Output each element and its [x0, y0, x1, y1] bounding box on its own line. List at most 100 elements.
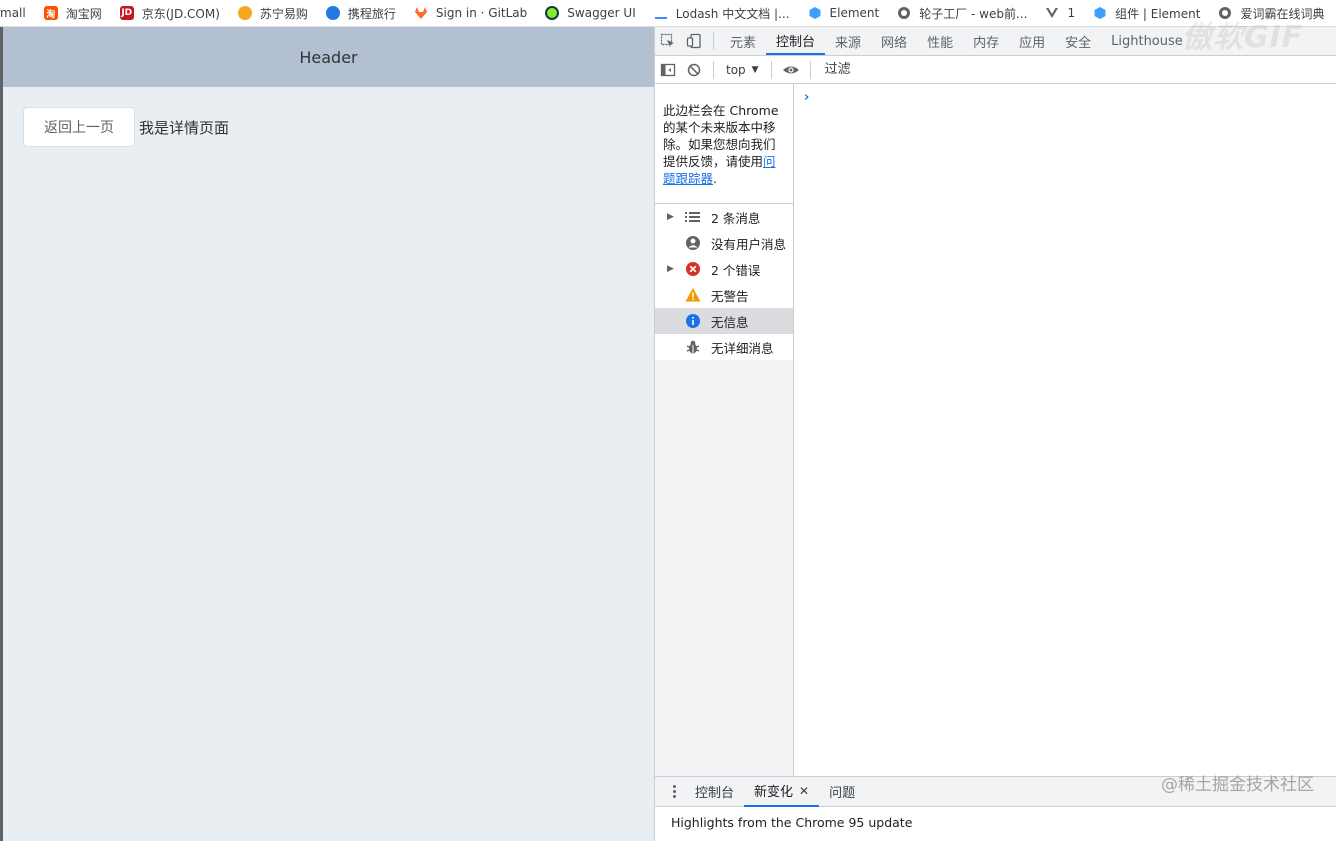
page-main: 返回上一页 我是详情页面 [3, 87, 654, 167]
tab-application[interactable]: 应用 [1009, 27, 1055, 55]
info-icon [685, 313, 701, 329]
drawer-tab-label: 新变化 [754, 785, 794, 800]
sidebar-item-errors[interactable]: ▶ 2 个错误 [655, 256, 793, 282]
bookmark-ctrip[interactable]: 携程旅行 [317, 0, 405, 26]
bookmark-taobao[interactable]: 淘 淘宝网 [35, 0, 111, 26]
tab-memory[interactable]: 内存 [963, 27, 1009, 55]
more-options-icon[interactable] [663, 785, 685, 798]
bookmark-label: mall [0, 6, 26, 20]
gif-watermark: 傲软GIF [1182, 20, 1304, 55]
sidebar-item-warnings[interactable]: 无警告 [655, 282, 793, 308]
gitlab-icon [414, 6, 428, 20]
user-icon [685, 235, 701, 251]
toolbar-divider [770, 60, 772, 79]
bookmark-label: 轮子工厂 - web前... [919, 6, 1028, 21]
ctrip-icon [325, 6, 340, 20]
console-toolbar: top ▼ [655, 56, 1336, 84]
element-icon [808, 6, 822, 20]
tab-security[interactable]: 安全 [1055, 27, 1101, 55]
back-button[interactable]: 返回上一页 [23, 107, 135, 147]
drawer-tab-label: 控制台 [695, 786, 735, 801]
detail-text: 我是详情页面 [139, 118, 230, 137]
live-expression-eye-icon[interactable] [778, 56, 804, 84]
vue-icon [1045, 6, 1059, 20]
tab-performance[interactable]: 性能 [917, 27, 963, 55]
lodash-icon [654, 6, 668, 20]
taobao-icon: 淘 [43, 6, 58, 20]
console-filter-input[interactable] [820, 57, 1336, 82]
context-value: top [726, 62, 746, 77]
bookmark-lodash[interactable]: Lodash 中文文档 |... [645, 0, 799, 26]
sidebar-item-label: 无警告 [711, 288, 749, 304]
bookmark-label: Sign in · GitLab [435, 6, 528, 20]
bookmark-jd[interactable]: JD 京东(JD.COM) [111, 0, 229, 26]
swagger-icon [545, 6, 560, 20]
console-output[interactable]: › [794, 84, 1336, 776]
bookmark-gitlab[interactable]: Sign in · GitLab [405, 0, 536, 26]
bookmark-label: 1 [1067, 6, 1076, 20]
console-body: 此边栏会在 Chrome 的某个未来版本中移除。如果您想向我们提供反馈，请使用问… [655, 84, 1336, 776]
warning-icon [685, 287, 701, 303]
drawer-tab-issues[interactable]: 问题 [819, 777, 865, 807]
tab-elements[interactable]: 元素 [720, 27, 766, 55]
sidebar-item-label: 无详细消息 [711, 340, 774, 356]
drawer-tab-console[interactable]: 控制台 [685, 777, 744, 807]
whats-new-content: Highlights from the Chrome 95 update [655, 807, 1336, 841]
inspect-element-icon[interactable] [655, 27, 681, 55]
page-header-title: Header [299, 47, 358, 67]
tab-lighthouse[interactable]: Lighthouse [1101, 27, 1193, 55]
drawer-tab-whats-new[interactable]: 新变化 ✕ [744, 777, 820, 807]
sidebar-item-verbose[interactable]: 无详细消息 [655, 334, 793, 360]
bookmark-swagger[interactable]: Swagger UI [536, 0, 644, 26]
sidebar-item-label: 2 个错误 [711, 262, 761, 278]
sidebar-item-user-messages[interactable]: 没有用户消息 [655, 230, 793, 256]
bookmark-label: 苏宁易购 [259, 6, 308, 21]
dropdown-triangle-icon: ▼ [751, 64, 759, 75]
sidebar-item-info[interactable]: 无信息 [655, 308, 793, 334]
toolbar-divider [809, 60, 811, 79]
bookmark-tmall[interactable]: mall [0, 0, 35, 26]
juejin-watermark: @稀土掘金技术社区 [1161, 775, 1314, 795]
bookmark-suning[interactable]: 苏宁易购 [229, 0, 317, 26]
clear-console-icon[interactable] [681, 56, 707, 84]
sidebar-toggle-icon[interactable] [655, 56, 681, 84]
globe-icon [897, 6, 911, 20]
notice-end: . [713, 171, 717, 186]
notice-text: 此边栏会在 Chrome 的某个未来版本中移除。如果您想向我们提供反馈，请使用 [663, 103, 779, 169]
error-icon [685, 261, 701, 277]
message-filter-list: ▶ 2 条消息 没有用户消息 ▶ 2 个错误 无警告 无信息 无详细消息 [655, 204, 793, 360]
bookmark-lunzi[interactable]: 轮子工厂 - web前... [888, 0, 1036, 26]
tab-console[interactable]: 控制台 [766, 27, 826, 55]
devtools-panel: 元素 控制台 来源 网络 性能 内存 应用 安全 Lighthouse top … [654, 27, 1336, 841]
sidebar-deprecation-notice: 此边栏会在 Chrome 的某个未来版本中移除。如果您想向我们提供反馈，请使用问… [655, 84, 793, 204]
sidebar-item-label: 2 条消息 [711, 210, 761, 226]
console-sidebar: 此边栏会在 Chrome 的某个未来版本中移除。如果您想向我们提供反馈，请使用问… [655, 84, 794, 776]
device-toolbar-icon[interactable] [681, 27, 707, 55]
drawer-tab-label: 问题 [829, 786, 856, 801]
bookmark-label: Swagger UI [567, 6, 636, 20]
tab-network[interactable]: 网络 [871, 27, 917, 55]
element-icon [1093, 6, 1107, 20]
whats-new-headline[interactable]: Highlights from the Chrome 95 update [671, 815, 912, 830]
bug-icon [685, 339, 701, 355]
tab-sources[interactable]: 来源 [825, 27, 871, 55]
context-selector[interactable]: top ▼ [720, 63, 765, 77]
sidebar-item-messages[interactable]: ▶ 2 条消息 [655, 204, 793, 230]
bookmark-label: Lodash 中文文档 |... [675, 6, 790, 21]
expand-arrow-icon[interactable]: ▶ [667, 212, 685, 222]
sidebar-item-label: 没有用户消息 [711, 236, 787, 252]
toolbar-divider [713, 60, 714, 79]
bookmark-element[interactable]: Element [799, 0, 889, 26]
close-icon[interactable]: ✕ [799, 784, 809, 798]
bookmark-label: Element [829, 6, 880, 20]
suning-icon [237, 6, 252, 20]
webpage-viewport: Header 返回上一页 我是详情页面 [0, 27, 654, 841]
console-prompt-icon[interactable]: › [804, 90, 809, 105]
bookmark-vue[interactable]: 1 [1036, 0, 1084, 26]
list-icon [685, 209, 701, 225]
bookmark-label: 携程旅行 [347, 6, 396, 21]
jd-icon: JD [119, 6, 134, 20]
bookmark-label: 京东(JD.COM) [141, 6, 220, 21]
expand-arrow-icon[interactable]: ▶ [667, 264, 685, 274]
page-header: Header [3, 27, 654, 87]
